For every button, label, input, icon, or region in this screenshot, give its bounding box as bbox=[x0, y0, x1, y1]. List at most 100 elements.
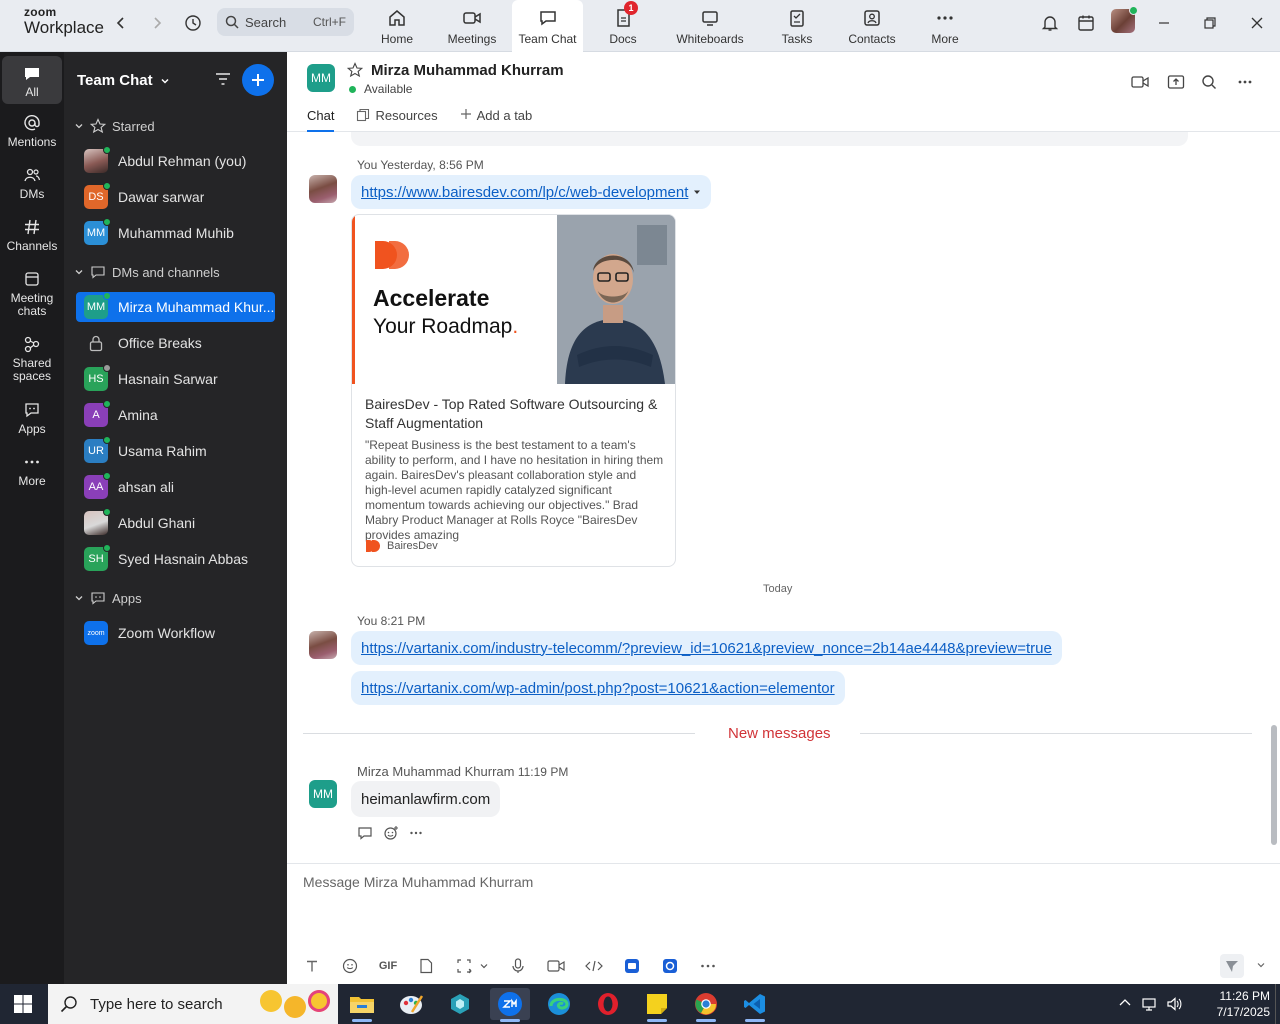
sidebar-item-dm[interactable]: A Amina bbox=[76, 400, 275, 430]
code-snippet-icon[interactable] bbox=[583, 956, 605, 976]
contact-name[interactable]: Mirza Muhammad Khurram bbox=[371, 62, 564, 79]
search-icon[interactable] bbox=[1197, 70, 1221, 94]
send-button[interactable] bbox=[1220, 954, 1244, 978]
rail-apps[interactable]: Apps bbox=[2, 401, 62, 436]
message-composer[interactable]: Message Mirza Muhammad Khurram GIF bbox=[287, 863, 1280, 984]
contact-avatar[interactable]: MM bbox=[307, 64, 335, 92]
message-input[interactable]: Message Mirza Muhammad Khurram bbox=[303, 874, 533, 890]
sidebar-item-starred[interactable]: Abdul Rehman (you) bbox=[76, 146, 275, 176]
paint-app-icon[interactable] bbox=[391, 988, 431, 1020]
network-icon[interactable] bbox=[1141, 996, 1157, 1012]
forward-arrow-icon[interactable] bbox=[146, 12, 168, 34]
tab-add-a-tab[interactable]: Add a tab bbox=[460, 108, 532, 132]
chrome-browser-icon[interactable] bbox=[686, 988, 726, 1022]
video-message-icon[interactable] bbox=[545, 956, 567, 976]
emoji-icon[interactable] bbox=[339, 956, 361, 976]
sidebar-item-starred[interactable]: DS Dawar sarwar bbox=[76, 182, 275, 212]
search-box[interactable]: Search Ctrl+F bbox=[217, 8, 354, 36]
profile-avatar[interactable] bbox=[1111, 6, 1138, 33]
caret-down-icon[interactable] bbox=[693, 188, 701, 196]
sidebar-item-dm[interactable]: MM Mirza Muhammad Khur... bbox=[76, 292, 275, 322]
more-tools-icon[interactable] bbox=[697, 956, 719, 976]
nav-whiteboards[interactable]: Whiteboards bbox=[672, 0, 748, 52]
minimize-window-icon[interactable] bbox=[1151, 10, 1177, 36]
file-explorer-icon[interactable] bbox=[342, 988, 382, 1022]
system-clock[interactable]: 11:26 PM 7/17/2025 bbox=[1217, 988, 1270, 1020]
nav-more[interactable]: More bbox=[928, 0, 962, 52]
preview-title[interactable]: BairesDev - Top Rated Software Outsourci… bbox=[365, 395, 665, 433]
notifications-bell-icon[interactable] bbox=[1037, 10, 1063, 36]
format-text-icon[interactable] bbox=[301, 956, 323, 976]
share-screen-icon[interactable] bbox=[1164, 70, 1188, 94]
show-desktop-button[interactable] bbox=[1275, 984, 1280, 1024]
tab-chat[interactable]: Chat bbox=[307, 108, 335, 132]
rail-channels[interactable]: Channels bbox=[2, 218, 62, 253]
sender-avatar[interactable] bbox=[309, 175, 337, 203]
close-window-icon[interactable] bbox=[1244, 10, 1270, 36]
nav-home[interactable]: Home bbox=[374, 0, 420, 52]
sidebar-item-dm[interactable]: SH Syed Hasnain Abbas bbox=[76, 544, 275, 574]
zoom-app-icon[interactable] bbox=[490, 988, 530, 1022]
screenshot-icon[interactable] bbox=[453, 956, 475, 976]
nav-meetings[interactable]: Meetings bbox=[442, 0, 502, 52]
sender-avatar[interactable] bbox=[309, 631, 337, 659]
edge-browser-icon[interactable] bbox=[539, 988, 579, 1020]
reply-icon[interactable] bbox=[357, 825, 373, 841]
rail-dms[interactable]: DMs bbox=[2, 166, 62, 201]
sidebar-item-dm[interactable]: Office Breaks bbox=[76, 328, 275, 358]
add-reaction-icon[interactable] bbox=[383, 825, 399, 841]
sender-avatar[interactable]: MM bbox=[309, 780, 337, 808]
message-scrollbar[interactable] bbox=[1271, 725, 1277, 845]
video-call-icon[interactable] bbox=[1128, 70, 1152, 94]
chevron-down-icon[interactable] bbox=[477, 956, 491, 976]
sidebar-item-dm[interactable]: UR Usama Rahim bbox=[76, 436, 275, 466]
nav-tasks[interactable]: Tasks bbox=[779, 0, 815, 52]
rail-shared-spaces[interactable]: Shared spaces bbox=[2, 335, 62, 383]
taskbar-search[interactable]: Type here to search bbox=[48, 984, 338, 1024]
message-link[interactable]: https://vartanix.com/wp-admin/post.php?p… bbox=[361, 680, 835, 697]
link-preview-card[interactable]: Accelerate Your Roadmap. BairesDev - Top… bbox=[351, 214, 676, 567]
back-arrow-icon[interactable] bbox=[110, 12, 132, 34]
volume-icon[interactable] bbox=[1166, 996, 1182, 1012]
rail-all[interactable]: All bbox=[2, 56, 62, 104]
sticky-notes-icon[interactable] bbox=[637, 988, 677, 1022]
sidebar-item-app[interactable]: zoom Zoom Workflow bbox=[76, 618, 275, 648]
text-message-bubble[interactable]: heimanlawfirm.com bbox=[351, 781, 501, 817]
windows-start-icon[interactable] bbox=[14, 995, 32, 1013]
rail-more[interactable]: More bbox=[2, 453, 62, 488]
more-options-icon[interactable] bbox=[1233, 70, 1257, 94]
nav-team-chat[interactable]: Team Chat bbox=[512, 0, 583, 52]
nav-docs[interactable]: Docs 1 bbox=[603, 0, 643, 52]
sidebar-item-dm[interactable]: Abdul Ghani bbox=[76, 508, 275, 538]
opera-browser-icon[interactable] bbox=[588, 988, 628, 1020]
message-list[interactable]: You Yesterday, 8:56 PM https://www.baire… bbox=[287, 132, 1280, 863]
section-apps[interactable]: Apps bbox=[74, 588, 142, 608]
link-message-bubble[interactable]: https://vartanix.com/wp-admin/post.php?p… bbox=[351, 671, 845, 705]
rail-mentions[interactable]: Mentions bbox=[2, 114, 62, 149]
nav-contacts[interactable]: Contacts bbox=[847, 0, 897, 52]
section-starred[interactable]: Starred bbox=[74, 116, 155, 136]
chevron-down-icon[interactable] bbox=[1256, 960, 1266, 970]
tab-resources[interactable]: Resources bbox=[356, 108, 438, 132]
app-integration-icon[interactable] bbox=[621, 956, 643, 976]
sidebar-item-dm[interactable]: AA ahsan ali bbox=[76, 472, 275, 502]
link-message-bubble[interactable]: https://www.bairesdev.com/lp/c/web-devel… bbox=[351, 175, 712, 209]
history-icon[interactable] bbox=[182, 12, 204, 34]
sidebar-item-starred[interactable]: MM Muhammad Muhib bbox=[76, 218, 275, 248]
new-chat-button[interactable] bbox=[242, 64, 274, 96]
app-icon[interactable] bbox=[440, 988, 480, 1020]
message-link[interactable]: https://www.bairesdev.com/lp/c/web-devel… bbox=[361, 184, 688, 201]
app-integration-icon[interactable] bbox=[659, 956, 681, 976]
restore-window-icon[interactable] bbox=[1197, 10, 1223, 36]
sidebar-item-dm[interactable]: HS Hasnain Sarwar bbox=[76, 364, 275, 394]
attach-file-icon[interactable] bbox=[415, 956, 437, 976]
vscode-icon[interactable] bbox=[735, 988, 775, 1022]
link-message-bubble[interactable]: https://vartanix.com/industry-telecomm/?… bbox=[351, 631, 1062, 665]
message-link[interactable]: https://vartanix.com/industry-telecomm/?… bbox=[361, 640, 1052, 657]
gif-button[interactable]: GIF bbox=[377, 956, 399, 976]
more-actions-icon[interactable] bbox=[409, 826, 423, 840]
calendar-icon[interactable] bbox=[1073, 10, 1099, 36]
star-icon[interactable] bbox=[347, 62, 363, 78]
filter-icon[interactable] bbox=[214, 70, 232, 88]
microphone-icon[interactable] bbox=[507, 956, 529, 976]
